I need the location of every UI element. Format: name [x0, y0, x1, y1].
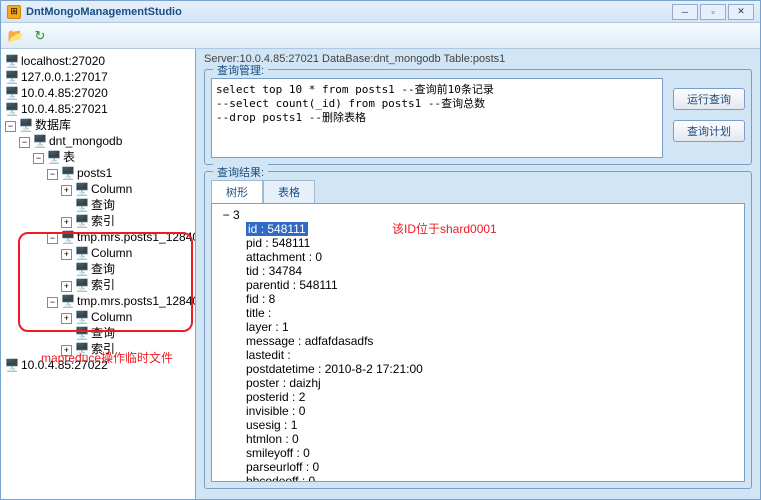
- maximize-button[interactable]: ▫: [700, 4, 726, 20]
- tree-tables[interactable]: −🖥️表: [5, 149, 191, 165]
- content-pane: Server:10.0.4.85:27021 DataBase:dnt_mong…: [196, 49, 760, 499]
- result-field[interactable]: poster : daizhj: [216, 376, 740, 390]
- expand-icon[interactable]: −: [47, 169, 58, 180]
- expand-icon[interactable]: +: [61, 185, 72, 196]
- result-field[interactable]: parentid : 548111: [216, 278, 740, 292]
- expand-icon[interactable]: +: [61, 249, 72, 260]
- expand-icon[interactable]: −: [47, 297, 58, 308]
- refresh-icon[interactable]: ↻: [31, 27, 49, 45]
- titlebar: ⊞ DntMongoManagementStudio ─ ▫ ✕: [1, 1, 760, 23]
- tree-db-root[interactable]: −🖥️数据库: [5, 117, 191, 133]
- expand-icon[interactable]: −: [19, 137, 30, 148]
- sidebar: 🖥️localhost:27020🖥️127.0.0.1:27017🖥️10.0…: [1, 49, 196, 499]
- query-group: 查询管理: 运行查询 查询计划: [204, 69, 752, 165]
- result-field[interactable]: parseurloff : 0: [216, 460, 740, 474]
- tree-index[interactable]: +🖥️索引: [5, 213, 191, 229]
- expand-icon[interactable]: −: [223, 208, 230, 222]
- run-query-button[interactable]: 运行查询: [673, 88, 745, 110]
- tree-table[interactable]: −🖥️tmp.mrs.posts1_12840085: [5, 229, 191, 245]
- results-group-label: 查询结果:: [213, 164, 268, 180]
- tree-column[interactable]: +🖥️Column: [5, 181, 191, 197]
- expand-icon[interactable]: +: [61, 217, 72, 228]
- tree-column[interactable]: +🖥️Column: [5, 245, 191, 261]
- query-textarea[interactable]: [211, 78, 663, 158]
- tab-tree[interactable]: 树形: [211, 180, 263, 203]
- result-field[interactable]: bbcodeoff : 0: [216, 474, 740, 482]
- query-group-label: 查询管理:: [213, 62, 268, 78]
- tree-host[interactable]: 🖥️localhost:27020: [5, 53, 191, 69]
- result-field[interactable]: usesig : 1: [216, 418, 740, 432]
- shard-annotation: 该ID位于shard0001: [392, 220, 497, 237]
- result-field[interactable]: tid : 34784: [216, 264, 740, 278]
- app-icon: ⊞: [7, 5, 21, 19]
- tab-grid[interactable]: 表格: [263, 180, 315, 203]
- result-field[interactable]: invisible : 0: [216, 404, 740, 418]
- tree-host[interactable]: 🖥️10.0.4.85:27020: [5, 85, 191, 101]
- result-field[interactable]: htmlon : 0: [216, 432, 740, 446]
- tree-query[interactable]: 🖥️查询: [5, 325, 191, 341]
- tree-index[interactable]: +🖥️索引: [5, 277, 191, 293]
- tree-host[interactable]: 🖥️127.0.0.1:27017: [5, 69, 191, 85]
- tree-db[interactable]: −🖥️dnt_mongodb: [5, 133, 191, 149]
- result-field[interactable]: smileyoff : 0: [216, 446, 740, 460]
- result-field[interactable]: fid : 8: [216, 292, 740, 306]
- tree-table[interactable]: −🖥️tmp.mrs.posts1_12840087: [5, 293, 191, 309]
- result-field[interactable]: pid : 548111: [216, 236, 740, 250]
- result-field[interactable]: postdatetime : 2010-8-2 17:21:00: [216, 362, 740, 376]
- expand-icon[interactable]: +: [61, 281, 72, 292]
- result-field[interactable]: attachment : 0: [216, 250, 740, 264]
- window-title: DntMongoManagementStudio: [26, 6, 672, 18]
- results-panel[interactable]: − 3 id : 548111 pid : 548111 attachment …: [211, 203, 745, 482]
- toolbar: 📂 ↻: [1, 23, 760, 49]
- tree-table[interactable]: −🖥️posts1: [5, 165, 191, 181]
- expand-icon[interactable]: −: [47, 233, 58, 244]
- tree-column[interactable]: +🖥️Column: [5, 309, 191, 325]
- result-field[interactable]: title :: [216, 306, 740, 320]
- query-plan-button[interactable]: 查询计划: [673, 120, 745, 142]
- close-button[interactable]: ✕: [728, 4, 754, 20]
- result-field[interactable]: layer : 1: [216, 320, 740, 334]
- minimize-button[interactable]: ─: [672, 4, 698, 20]
- tree-query[interactable]: 🖥️查询: [5, 197, 191, 213]
- tree-query[interactable]: 🖥️查询: [5, 261, 191, 277]
- open-icon[interactable]: 📂: [7, 27, 25, 45]
- result-field[interactable]: posterid : 2: [216, 390, 740, 404]
- results-group: 查询结果: 树形 表格 − 3 id : 548111 pid : 548111…: [204, 171, 752, 489]
- annotation-text: mapreduce操作临时文件: [41, 349, 173, 366]
- tree-host[interactable]: 🖥️10.0.4.85:27021: [5, 101, 191, 117]
- server-info: Server:10.0.4.85:27021 DataBase:dnt_mong…: [204, 53, 752, 65]
- expand-icon[interactable]: −: [5, 121, 16, 132]
- expand-icon[interactable]: +: [61, 313, 72, 324]
- expand-icon[interactable]: −: [33, 153, 44, 164]
- result-field[interactable]: message : adfafdasadfs: [216, 334, 740, 348]
- result-field[interactable]: lastedit :: [216, 348, 740, 362]
